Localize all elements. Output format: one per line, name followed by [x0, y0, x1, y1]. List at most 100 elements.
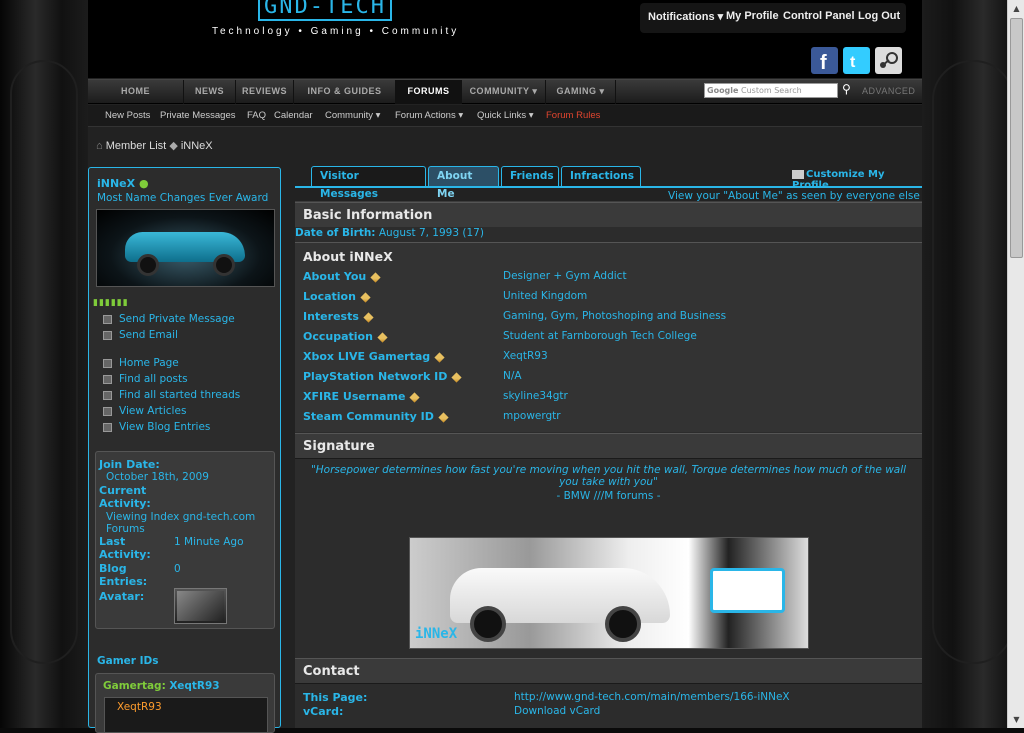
view-blog-entries-link[interactable]: View Blog Entries: [119, 421, 210, 433]
send-private-message-link[interactable]: Send Private Message: [119, 313, 235, 325]
scroll-up-icon[interactable]: ▲: [1008, 0, 1024, 17]
page-scrollbar[interactable]: ▲ ▼: [1007, 0, 1024, 728]
this-page-label: This Page:: [303, 691, 368, 704]
edit-pencil-icon[interactable]: [409, 391, 421, 403]
download-vcard-link[interactable]: Download vCard: [514, 705, 600, 717]
find-all-posts-link[interactable]: Find all posts: [119, 373, 188, 385]
search-icon[interactable]: ⚲: [842, 82, 851, 96]
search-placeholder: Custom Search: [741, 86, 802, 95]
nav-tab-reviews[interactable]: REVIEWS: [236, 80, 294, 104]
signature-image: iNNeX: [409, 537, 809, 649]
scroll-down-icon[interactable]: ▼: [1008, 711, 1024, 728]
left-background: [0, 0, 88, 728]
edit-pencil-icon[interactable]: [438, 411, 449, 423]
tab-friends[interactable]: Friends: [501, 166, 559, 186]
site-header: GND-TECH Technology • Gaming • Community…: [88, 0, 922, 78]
logo-text: GND-TECH: [258, 0, 392, 21]
edit-pencil-icon[interactable]: [363, 311, 374, 323]
twitter-icon[interactable]: t: [843, 47, 870, 74]
notifications-link[interactable]: Notifications ▾: [648, 10, 723, 23]
blog-entries-value: 0: [174, 563, 181, 575]
private-message-icon: [103, 315, 112, 324]
profile-username: iNNeX ●: [97, 177, 149, 190]
profile-info-box: Join Date: October 18th, 2009 Current Ac…: [95, 451, 275, 629]
subnav-forum-rules[interactable]: Forum Rules: [546, 110, 600, 121]
subnav-new-posts[interactable]: New Posts: [105, 110, 150, 121]
scrollbar-thumb[interactable]: [1010, 18, 1023, 258]
gamertag-label: Gamertag: XeqtR93: [103, 680, 220, 692]
xbox-gamertag-value: XeqtR93: [503, 350, 548, 362]
nav-tab-forums[interactable]: FORUMS: [396, 80, 462, 104]
user-bar: Notifications ▾ My Profile Control Panel…: [640, 3, 906, 33]
profile-picture: [96, 209, 275, 287]
steam-id-label: Steam Community ID: [303, 410, 449, 423]
log-out-link[interactable]: Log Out: [858, 10, 900, 22]
home-page-icon: [103, 359, 112, 368]
customize-profile-link[interactable]: Customize My Profile: [792, 169, 922, 191]
customize-icon: [792, 169, 804, 179]
about-field-value: Designer + Gym Addict: [503, 270, 627, 282]
find-started-threads-link[interactable]: Find all started threads: [119, 389, 240, 401]
subnav-private-messages[interactable]: Private Messages: [160, 110, 236, 121]
signature-image-text: iNNeX: [415, 626, 458, 642]
this-page-link[interactable]: http://www.gnd-tech.com/main/members/166…: [514, 691, 790, 703]
search-input[interactable]: Google Custom Search: [704, 83, 838, 98]
signature-title: Signature: [303, 439, 375, 454]
subnav-forum-actions[interactable]: Forum Actions ▾: [395, 110, 463, 121]
nav-tab-info-guides[interactable]: INFO & GUIDES: [294, 80, 396, 104]
current-activity-value: Viewing Index gnd-tech.com Forums: [106, 511, 256, 535]
edit-pencil-icon[interactable]: [451, 371, 462, 383]
breadcrumb-current: iNNeX: [180, 140, 213, 152]
blog-icon: [103, 423, 112, 432]
site-tagline: Technology • Gaming • Community: [212, 26, 460, 37]
blog-entries-label: Blog Entries:: [99, 562, 148, 588]
interests-label: Interests: [303, 310, 374, 323]
edit-pencil-icon[interactable]: [360, 291, 371, 303]
edit-pencil-icon[interactable]: [370, 271, 381, 283]
online-status-icon: ●: [138, 177, 149, 190]
subnav-faq[interactable]: FAQ: [247, 110, 266, 121]
tab-visitor-messages[interactable]: Visitor Messages: [311, 166, 426, 200]
nav-tab-gaming[interactable]: GAMING ▾: [546, 80, 616, 104]
edit-pencil-icon[interactable]: [377, 331, 388, 343]
avatar: [174, 588, 227, 624]
view-articles-link[interactable]: View Articles: [119, 405, 186, 417]
nav-tab-news[interactable]: NEWS: [184, 80, 236, 104]
edit-pencil-icon[interactable]: [434, 351, 445, 363]
sub-navbar: New Posts Private Messages FAQ Calendar …: [88, 105, 922, 127]
gamer-ids-heading: Gamer IDs: [97, 655, 159, 667]
page-wrapper: GND-TECH Technology • Gaming • Community…: [88, 0, 922, 733]
control-panel-link[interactable]: Control Panel: [783, 10, 855, 22]
gamertag-value[interactable]: XeqtR93: [169, 680, 219, 692]
facebook-icon[interactable]: f: [811, 47, 838, 74]
subnav-calendar[interactable]: Calendar: [274, 110, 313, 121]
occupation-label: Occupation: [303, 330, 388, 343]
join-date-value: October 18th, 2009: [106, 471, 209, 483]
main-navbar: HOME NEWS REVIEWS INFO & GUIDES FORUMS C…: [88, 79, 922, 104]
location-label: Location: [303, 290, 371, 303]
profile-sidebar: iNNeX ● Most Name Changes Ever Award ▮▮▮…: [88, 167, 281, 733]
subnav-community[interactable]: Community ▾: [325, 110, 380, 121]
tab-infractions[interactable]: Infractions: [561, 166, 641, 186]
svg-text:t: t: [850, 54, 856, 71]
last-activity-value: 1 Minute Ago: [174, 536, 244, 548]
dob-value: August 7, 1993 (17): [378, 227, 484, 239]
send-email-link[interactable]: Send Email: [119, 329, 178, 341]
about-field-label: About You: [303, 270, 381, 283]
xfire-username-value: skyline34gtr: [503, 390, 568, 402]
steam-id-value: mpowergtr: [503, 410, 561, 422]
dob-label: Date of Birth:: [295, 227, 376, 239]
breadcrumb-member-list[interactable]: Member List: [106, 140, 167, 152]
nav-tab-home[interactable]: HOME: [88, 80, 184, 104]
nav-tab-community[interactable]: COMMUNITY ▾: [462, 80, 546, 104]
vcard-label: vCard:: [303, 705, 344, 718]
reputation-bar: ▮▮▮▮▮▮: [93, 298, 129, 308]
subnav-quick-links[interactable]: Quick Links ▾: [477, 110, 534, 121]
advanced-search-link[interactable]: ADVANCED: [862, 86, 915, 96]
steam-icon[interactable]: [875, 47, 902, 74]
site-logo[interactable]: GND-TECH: [258, 0, 392, 21]
tab-about-me[interactable]: About Me: [428, 166, 499, 200]
home-icon[interactable]: ⌂: [96, 140, 103, 152]
home-page-link[interactable]: Home Page: [119, 357, 179, 369]
my-profile-link[interactable]: My Profile: [726, 10, 779, 22]
